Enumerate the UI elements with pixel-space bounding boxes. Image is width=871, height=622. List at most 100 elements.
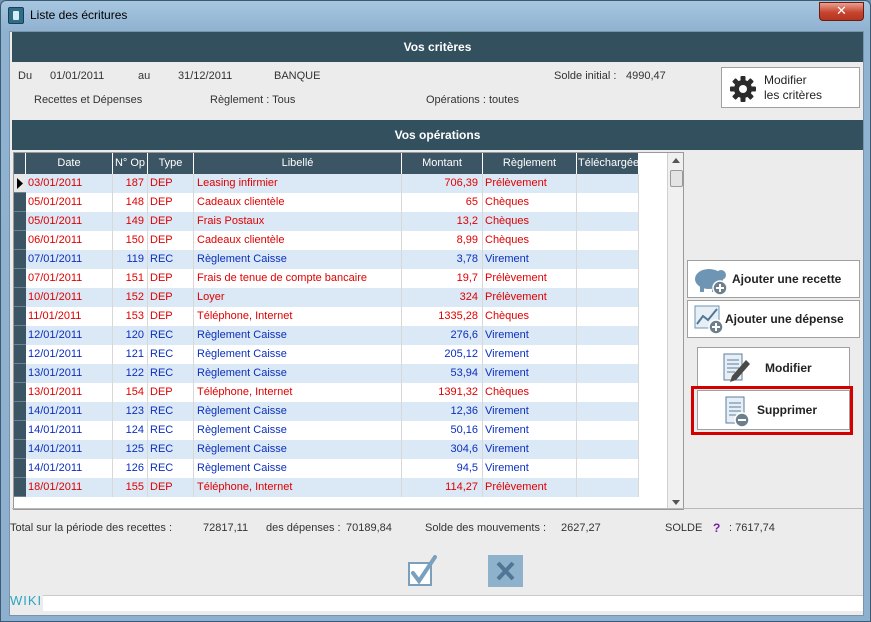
table-row[interactable]: 12/01/2011 121 REC Règlement Caisse 205,12 Vi… [14,345,639,364]
help-icon[interactable]: ? [713,521,720,535]
scroll-up-arrow-icon[interactable] [672,158,680,163]
row-selector[interactable] [14,478,26,497]
cell-num-op: 154 [113,383,148,402]
cell-num-op: 155 [113,478,148,497]
solde-initial-value: 4990,47 [626,70,666,82]
table-row[interactable]: 07/01/2011 119 REC Règlement Caisse 3,78 Vire… [14,250,639,269]
wiki-link[interactable]: WIKI [10,593,42,608]
cancel-button[interactable] [488,555,523,587]
cell-montant: 12,36 [402,402,483,421]
cell-libelle: Règlement Caisse [194,402,402,421]
add-expense-button[interactable]: Ajouter une dépense [687,300,860,338]
delete-button[interactable]: Supprimer [697,390,850,430]
cell-reglement: Prélèvement [483,478,577,497]
row-selector[interactable] [14,326,26,345]
table-row[interactable]: 13/01/2011 154 DEP Téléphone, Internet 1391,… [14,383,639,402]
cell-date: 13/01/2011 [26,383,113,402]
modify-button[interactable]: Modifier [697,347,850,388]
cell-date: 14/01/2011 [26,421,113,440]
row-selector[interactable] [14,421,26,440]
row-selector[interactable] [14,288,26,307]
gear-icon [730,76,756,102]
row-selector[interactable] [14,459,26,478]
table-row[interactable]: 03/01/2011 187 DEP Leasing infirmier 706,39 P… [14,174,639,193]
row-selector[interactable] [14,212,26,231]
modify-label: Modifier [765,361,812,375]
cell-type: REC [148,250,194,269]
row-selector[interactable] [14,307,26,326]
operations-table: Date N° Op Type Libellé Montant Règlemen… [13,152,684,510]
col-montant[interactable]: Montant [402,153,483,174]
table-row[interactable]: 13/01/2011 122 REC Règlement Caisse 53,94 Vir… [14,364,639,383]
table-row[interactable]: 10/01/2011 152 DEP Loyer 324 Prélèvement [14,288,639,307]
cell-date: 12/01/2011 [26,326,113,345]
scroll-thumb[interactable] [670,170,683,187]
cell-libelle: Règlement Caisse [194,459,402,478]
table-row[interactable]: 14/01/2011 126 REC Règlement Caisse 94,5 Vire… [14,459,639,478]
cell-num-op: 151 [113,269,148,288]
cell-libelle: Téléphone, Internet [194,383,402,402]
table-row[interactable]: 11/01/2011 153 DEP Téléphone, Internet 1335,… [14,307,639,326]
table-row[interactable]: 07/01/2011 151 DEP Frais de tenue de compte… [14,269,639,288]
cell-num-op: 148 [113,193,148,212]
col-reglement[interactable]: Règlement [483,153,577,174]
chart-add-icon [694,305,724,335]
cell-date: 18/01/2011 [26,478,113,497]
table-row[interactable]: 18/01/2011 155 DEP Téléphone, Internet 114,2… [14,478,639,497]
cell-num-op: 122 [113,364,148,383]
cell-libelle: Règlement Caisse [194,421,402,440]
cancel-x-icon [496,561,515,581]
cell-type: DEP [148,212,194,231]
add-income-label: Ajouter une recette [732,272,842,286]
cell-type: DEP [148,174,194,193]
col-date[interactable]: Date [26,153,113,174]
table-row[interactable]: 14/01/2011 124 REC Règlement Caisse 50,16 Vir… [14,421,639,440]
row-selector[interactable] [14,250,26,269]
cell-montant: 50,16 [402,421,483,440]
cell-num-op: 152 [113,288,148,307]
row-selector[interactable] [14,383,26,402]
cell-num-op: 121 [113,345,148,364]
row-selector[interactable] [14,364,26,383]
cell-telechargee [577,212,639,231]
col-num-op[interactable]: N° Op [113,153,148,174]
cell-num-op: 125 [113,440,148,459]
table-row[interactable]: 12/01/2011 120 REC Règlement Caisse 276,6 Vir… [14,326,639,345]
row-selector[interactable] [14,440,26,459]
add-income-button[interactable]: Ajouter une recette [687,260,860,298]
row-selector[interactable] [14,402,26,421]
edit-document-icon [723,353,750,382]
row-selector[interactable] [14,193,26,212]
cell-libelle: Frais de tenue de compte bancaire [194,269,402,288]
col-telechargee[interactable]: Téléchargée [577,153,639,174]
table-row[interactable]: 14/01/2011 123 REC Règlement Caisse 12,36 Vir… [14,402,639,421]
table-row[interactable]: 05/01/2011 149 DEP Frais Postaux 13,2 Chèques [14,212,639,231]
cell-date: 14/01/2011 [26,402,113,421]
cell-reglement: Prélèvement [483,269,577,288]
modify-criteria-button[interactable]: Modifier les critères [721,67,860,108]
table-row[interactable]: 05/01/2011 148 DEP Cadeaux clientèle 65 Chèqu… [14,193,639,212]
col-type[interactable]: Type [148,153,194,174]
row-selector[interactable] [14,345,26,364]
cell-telechargee [577,174,639,193]
account-name: BANQUE [274,70,321,82]
client-area: Vos critères Du 01/01/2011 au 31/12/2011… [9,31,864,616]
validate-check-icon[interactable] [407,555,439,589]
scroll-down-arrow-icon[interactable] [672,500,680,505]
vertical-scrollbar[interactable] [667,153,683,509]
table-row[interactable]: 14/01/2011 125 REC Règlement Caisse 304,6 Vir… [14,440,639,459]
table-row[interactable]: 06/01/2011 150 DEP Cadeaux clientèle 8,99 Chè… [14,231,639,250]
row-selector[interactable] [14,174,26,193]
row-selector[interactable] [14,269,26,288]
cell-libelle: Frais Postaux [194,212,402,231]
cell-montant: 3,78 [402,250,483,269]
cell-type: REC [148,364,194,383]
cell-num-op: 120 [113,326,148,345]
cell-libelle: Règlement Caisse [194,250,402,269]
cell-num-op: 123 [113,402,148,421]
cell-reglement: Chèques [483,212,577,231]
close-button[interactable]: ✕ [819,2,864,21]
cell-telechargee [577,402,639,421]
col-libelle[interactable]: Libellé [194,153,402,174]
row-selector[interactable] [14,231,26,250]
